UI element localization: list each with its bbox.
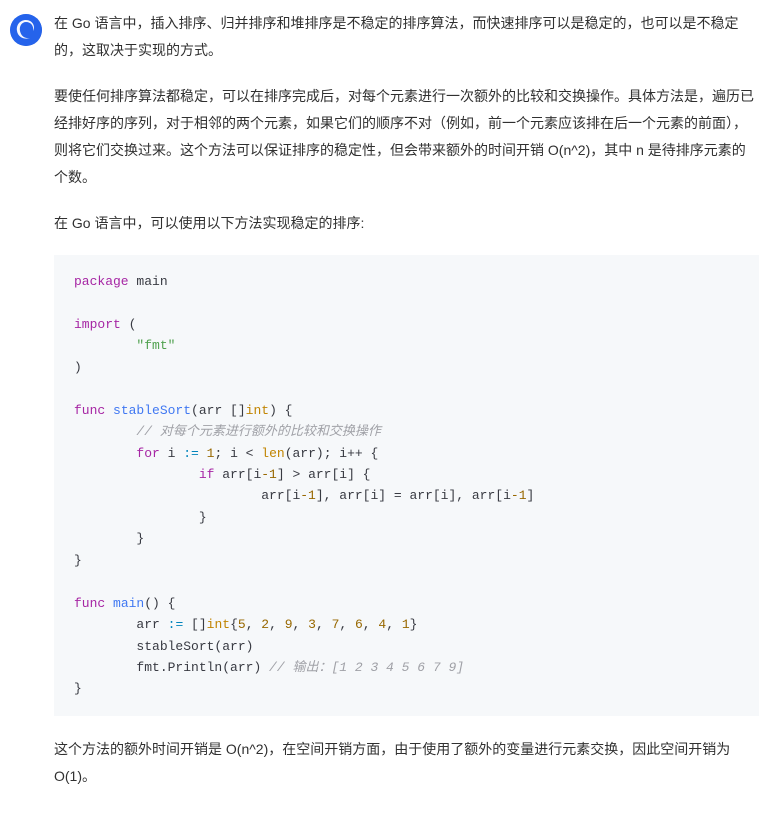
code-token: ,	[293, 617, 309, 632]
code-token: "fmt"	[136, 338, 175, 353]
code-token: {	[230, 617, 238, 632]
code-token: ], arr[i] = arr[i], arr[i	[316, 488, 511, 503]
message-content: 在 Go 语言中，插入排序、归并排序和堆排序是不稳定的排序算法，而快速排序可以是…	[54, 10, 769, 808]
code-token: main	[105, 596, 144, 611]
code-token: fmt.Println(arr)	[136, 660, 269, 675]
code-token: }	[74, 553, 82, 568]
code-token: (	[121, 317, 137, 332]
code-token: ,	[246, 617, 262, 632]
code-token: int	[246, 403, 269, 418]
code-token: }	[199, 510, 207, 525]
code-token: ]	[527, 488, 535, 503]
code-token: stableSort	[105, 403, 191, 418]
paragraph-2: 要使任何排序算法都稳定，可以在排序完成后，对每个元素进行一次额外的比较和交换操作…	[54, 83, 759, 192]
code-token: i	[160, 446, 183, 461]
code-token: arr	[136, 617, 167, 632]
code-token: package	[74, 274, 129, 289]
paragraph-4: 这个方法的额外时间开销是 O(n^2)，在空间开销方面，由于使用了额外的变量进行…	[54, 736, 759, 791]
code-token: arr[i	[261, 488, 300, 503]
code-comment: // 对每个元素进行额外的比较和交换操作	[136, 424, 380, 439]
code-token: main	[129, 274, 168, 289]
code-token	[199, 446, 207, 461]
code-token: int	[207, 617, 230, 632]
code-token: for	[136, 446, 159, 461]
code-token: (arr); i++ {	[285, 446, 379, 461]
code-token: )	[74, 360, 82, 375]
code-token: stableSort(arr)	[136, 639, 253, 654]
code-token: ,	[269, 617, 285, 632]
code-token: -1	[261, 467, 277, 482]
code-token: arr[i	[214, 467, 261, 482]
code-token: (arr []	[191, 403, 246, 418]
code-token: 3	[308, 617, 316, 632]
code-token: len	[261, 446, 284, 461]
swirl-icon	[10, 14, 42, 46]
code-block: package main import ( "fmt" ) func stabl…	[54, 255, 759, 716]
code-token: -1	[511, 488, 527, 503]
code-token: 5	[238, 617, 246, 632]
code-token: ,	[386, 617, 402, 632]
code-token: ] > arr[i] {	[277, 467, 371, 482]
code-token: () {	[144, 596, 175, 611]
paragraph-1: 在 Go 语言中，插入排序、归并排序和堆排序是不稳定的排序算法，而快速排序可以是…	[54, 10, 759, 65]
code-token: 2	[261, 617, 269, 632]
code-token: ,	[339, 617, 355, 632]
assistant-avatar	[10, 14, 42, 46]
code-token: []	[183, 617, 206, 632]
code-token: ; i <	[214, 446, 261, 461]
code-token: :=	[168, 617, 184, 632]
code-token: -1	[300, 488, 316, 503]
code-token: ,	[363, 617, 379, 632]
code-token: import	[74, 317, 121, 332]
code-comment: // 输出：[1 2 3 4 5 6 7 9]	[269, 660, 464, 675]
assistant-message: 在 Go 语言中，插入排序、归并排序和堆排序是不稳定的排序算法，而快速排序可以是…	[0, 10, 779, 808]
code-token: func	[74, 596, 105, 611]
paragraph-3: 在 Go 语言中，可以使用以下方法实现稳定的排序:	[54, 210, 759, 237]
code-token: if	[199, 467, 215, 482]
code-token: }	[410, 617, 418, 632]
code-token: ) {	[269, 403, 292, 418]
code-token: 6	[355, 617, 363, 632]
code-token: 9	[285, 617, 293, 632]
code-token: 1	[402, 617, 410, 632]
code-token: ,	[316, 617, 332, 632]
code-token: func	[74, 403, 105, 418]
code-token: }	[74, 681, 82, 696]
code-token: }	[136, 531, 144, 546]
code-token: :=	[183, 446, 199, 461]
